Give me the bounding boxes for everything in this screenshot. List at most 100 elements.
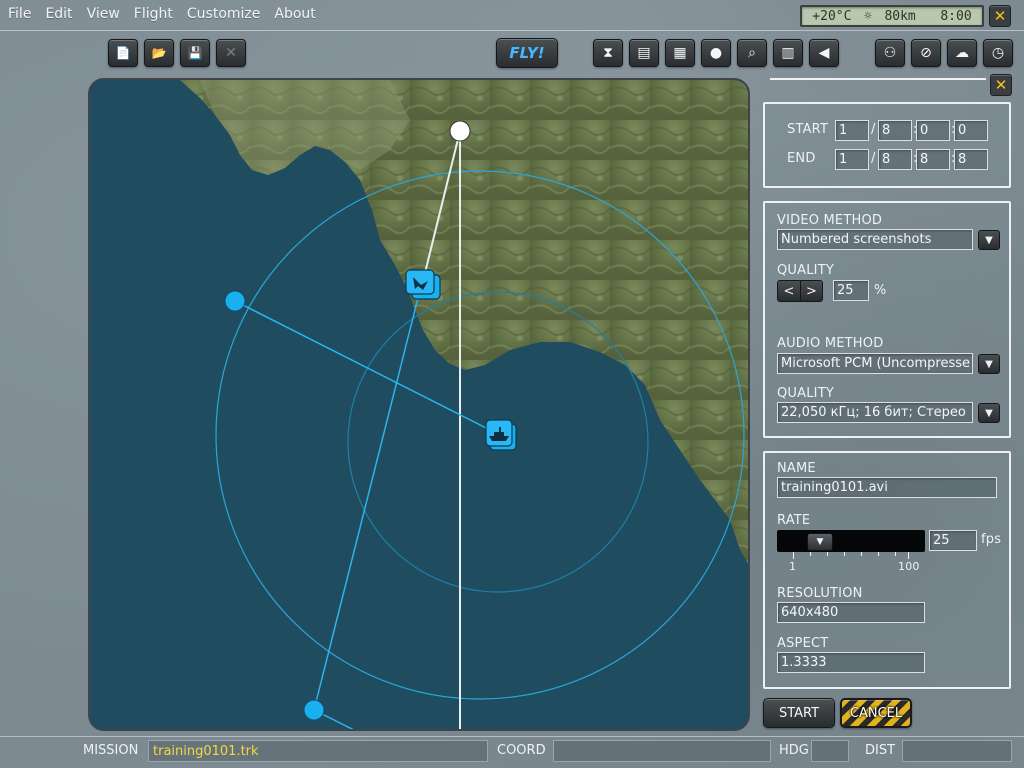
weather-button[interactable]: ☁ [947, 39, 977, 67]
encyclopedia-button[interactable]: ▥ [773, 39, 803, 67]
chevron-down-icon: ▼ [816, 537, 824, 547]
hourglass-icon: ⧗ [603, 45, 613, 61]
dist-label: DIST [865, 743, 896, 758]
briefing-button[interactable]: ▤ [629, 39, 659, 67]
start-minute-field[interactable]: 0 [954, 120, 988, 141]
bottom-divider [0, 736, 1024, 737]
waypoint-white[interactable] [449, 120, 471, 142]
cancel-button[interactable]: CANCEL [840, 698, 912, 728]
open-folder-icon: 📂 [151, 46, 167, 60]
close-icon: ✕ [994, 76, 1008, 94]
chevron-down-icon: ▼ [985, 234, 993, 246]
menu-flight[interactable]: Flight [134, 6, 173, 22]
zoom-button[interactable]: ⌕ [737, 39, 767, 67]
resolution-label: RESOLUTION [777, 586, 863, 601]
rate-slider-thumb[interactable]: ▼ [807, 533, 833, 551]
rate-field[interactable]: 25 [929, 530, 977, 551]
start-day-field[interactable]: 1 [835, 120, 869, 141]
weather-icon: ☁ [955, 45, 969, 61]
audio-quality-select[interactable]: 22,050 кГц; 16 бит; Стерео [777, 402, 973, 423]
video-method-dropdown-button[interactable]: ▼ [978, 230, 1000, 250]
chevron-down-icon: ▼ [985, 358, 993, 370]
close-window-button[interactable]: ✕ [989, 5, 1011, 27]
new-file-button[interactable]: 📄 [108, 39, 138, 67]
menu-about[interactable]: About [274, 6, 315, 22]
video-quality-field[interactable]: 25 [833, 280, 869, 301]
rate-label: RATE [777, 513, 811, 528]
end-label: END [787, 151, 816, 166]
audio-method-label: AUDIO METHOD [777, 336, 884, 351]
date-separator: / [871, 122, 876, 137]
start-recording-button[interactable]: START [763, 698, 835, 728]
chevron-right-icon[interactable]: > [800, 281, 822, 301]
audio-quality-dropdown-button[interactable]: ▼ [978, 403, 1000, 423]
chevron-left-icon[interactable]: < [778, 281, 800, 301]
debrief-button[interactable]: ▦ [665, 39, 695, 67]
start-month-field[interactable]: 8 [878, 120, 912, 141]
start-label: START [787, 122, 829, 137]
menu-edit[interactable]: Edit [45, 6, 72, 22]
close-mission-button[interactable]: ✕ [216, 39, 246, 67]
hdg-label: HDG [779, 743, 809, 758]
temperature-readout: +20°C [812, 8, 852, 24]
save-icon: 💾 [187, 46, 203, 60]
coord-field [553, 740, 771, 762]
time-accel-button[interactable]: ⧗ [593, 39, 623, 67]
zoom-icon: ⌕ [748, 45, 756, 61]
rate-tick [878, 552, 879, 556]
map-canvas[interactable] [90, 80, 750, 731]
binoculars-icon: ⚇ [883, 45, 897, 61]
end-minute-field[interactable]: 8 [954, 149, 988, 170]
rate-slider[interactable]: ▼ [777, 530, 925, 552]
top-divider [0, 30, 1024, 31]
coord-label: COORD [497, 743, 546, 758]
aspect-field[interactable]: 1.3333 [777, 652, 925, 673]
fly-button[interactable]: FLY! [496, 38, 558, 68]
sound-button[interactable]: ◀ [809, 39, 839, 67]
view-button[interactable]: ⚇ [875, 39, 905, 67]
book-icon: ▥ [781, 45, 795, 61]
panel-title-line [770, 78, 986, 80]
rate-tick [861, 552, 862, 556]
menu-file[interactable]: File [8, 6, 31, 22]
save-button[interactable]: 💾 [180, 39, 210, 67]
logbook-button[interactable]: ● [701, 39, 731, 67]
clipboard-icon: ▦ [673, 45, 687, 61]
aspect-label: ASPECT [777, 636, 829, 651]
audio-method-dropdown-button[interactable]: ▼ [978, 354, 1000, 374]
dist-field [902, 740, 1012, 762]
rate-tick [895, 552, 896, 556]
waypoint-blue-west[interactable] [224, 290, 246, 312]
menu-customize[interactable]: Customize [187, 6, 261, 22]
new-file-icon: 📄 [115, 46, 131, 60]
speaker-icon: ◀ [818, 45, 830, 61]
hdg-field [811, 740, 849, 762]
notes-icon: ▤ [637, 45, 651, 61]
restrict-button[interactable]: ⊘ [911, 39, 941, 67]
name-label: NAME [777, 461, 816, 476]
clock-button[interactable]: ◷ [983, 39, 1013, 67]
video-method-select[interactable]: Numbered screenshots [777, 229, 973, 250]
weather-time-display: +20°C ☼ 80km 8:00 [800, 5, 984, 27]
end-hour-field[interactable]: 8 [916, 149, 950, 170]
waypoint-blue-south[interactable] [303, 699, 325, 721]
fps-label: fps [981, 532, 1002, 547]
visibility-readout: 80km [884, 8, 916, 24]
end-day-field[interactable]: 1 [835, 149, 869, 170]
rate-tick [810, 552, 811, 556]
sun-icon: ☼ [864, 8, 872, 24]
mission-file-field: training0101.trk [148, 740, 488, 762]
close-panel-button[interactable]: ✕ [990, 74, 1012, 96]
resolution-field[interactable]: 640x480 [777, 602, 925, 623]
end-month-field[interactable]: 8 [878, 149, 912, 170]
close-icon: ✕ [993, 7, 1007, 25]
filename-input[interactable]: training0101.avi [777, 477, 997, 498]
menu-view[interactable]: View [87, 6, 120, 22]
rate-tick [793, 552, 794, 559]
no-entry-icon: ⊘ [920, 45, 932, 61]
start-hour-field[interactable]: 0 [916, 120, 950, 141]
open-folder-button[interactable]: 📂 [144, 39, 174, 67]
audio-method-select[interactable]: Microsoft PCM (Uncompresse [777, 353, 973, 374]
mission-map[interactable] [88, 78, 750, 731]
ship-group-icon[interactable] [485, 419, 517, 451]
